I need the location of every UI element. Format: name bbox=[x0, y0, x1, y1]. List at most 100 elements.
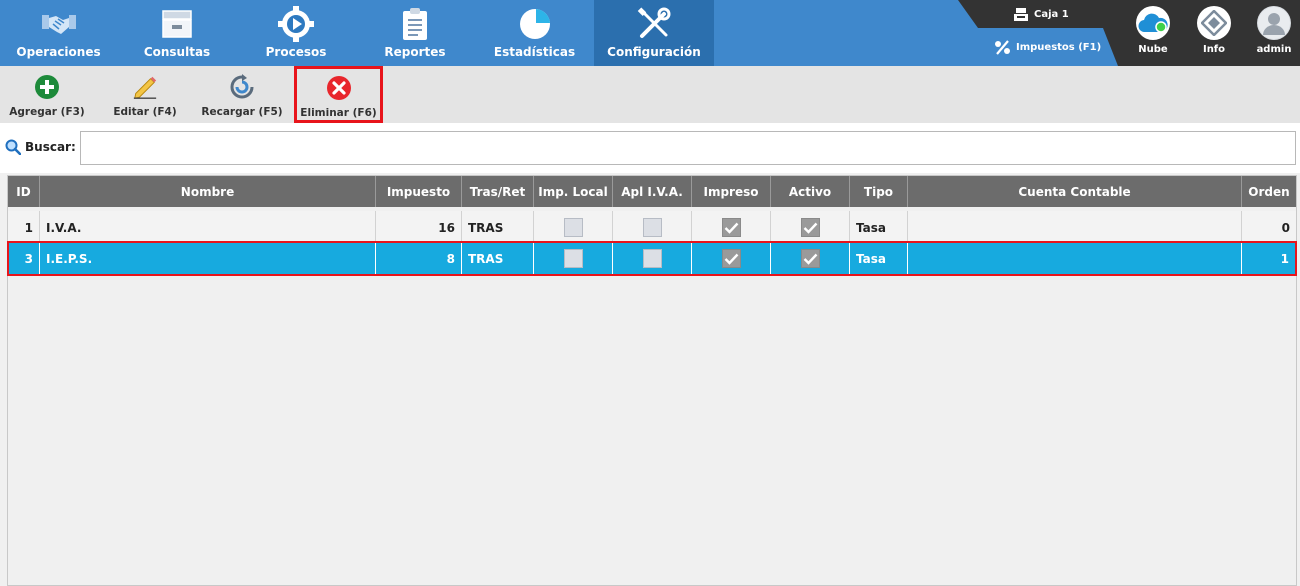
checkmark-icon bbox=[724, 222, 738, 234]
nav-procesos[interactable]: Procesos bbox=[237, 0, 355, 66]
nube-button[interactable]: Nube bbox=[1128, 6, 1178, 64]
nav-label: Procesos bbox=[265, 45, 327, 59]
gear-icon bbox=[277, 6, 315, 42]
table-header: ID Nombre Impuesto Tras/Ret Imp. Local A… bbox=[8, 176, 1296, 207]
handshake-icon bbox=[40, 6, 78, 42]
recargar-label: Recargar (F5) bbox=[201, 106, 283, 118]
cell-apl-iva bbox=[613, 242, 692, 275]
cell-apl-iva bbox=[613, 211, 692, 244]
cell-cuenta-contable bbox=[908, 211, 1242, 244]
nav-consultas[interactable]: Consultas bbox=[117, 0, 237, 66]
info-button[interactable]: Info bbox=[1189, 6, 1239, 64]
impreso-checkbox[interactable] bbox=[721, 249, 741, 268]
column-header-nombre[interactable]: Nombre bbox=[40, 176, 376, 207]
checkmark-icon bbox=[724, 253, 738, 265]
cell-imp-local bbox=[534, 211, 613, 244]
column-header-cuenta-contable[interactable]: Cuenta Contable bbox=[908, 176, 1242, 207]
info-label: Info bbox=[1202, 44, 1226, 55]
nav-reportes[interactable]: Reportes bbox=[355, 0, 475, 66]
cell-id: 1 bbox=[8, 211, 40, 244]
column-header-id[interactable]: ID bbox=[8, 176, 40, 207]
eliminar-button[interactable]: Eliminar (F6) bbox=[294, 66, 383, 123]
checkmark-icon bbox=[803, 222, 817, 234]
imp-local-checkbox[interactable] bbox=[563, 218, 583, 237]
activo-checkbox[interactable] bbox=[800, 249, 820, 268]
nav-configuracion[interactable]: Configuración bbox=[594, 0, 714, 66]
column-header-impreso[interactable]: Impreso bbox=[692, 176, 771, 207]
impreso-checkbox[interactable] bbox=[721, 218, 741, 237]
plus-circle-icon bbox=[34, 74, 60, 100]
admin-label: admin bbox=[1256, 44, 1292, 55]
cell-orden: 0 bbox=[1281, 220, 1290, 235]
column-header-activo[interactable]: Activo bbox=[771, 176, 850, 207]
activo-checkbox[interactable] bbox=[800, 218, 820, 237]
nav-label: Estadísticas bbox=[493, 45, 576, 59]
column-header-orden[interactable]: Orden bbox=[1242, 176, 1296, 207]
taxes-table: ID Nombre Impuesto Tras/Ret Imp. Local A… bbox=[7, 175, 1297, 586]
search-bar: Buscar: bbox=[0, 123, 1300, 173]
cell-impuesto: 16 bbox=[376, 211, 462, 244]
apl-iva-checkbox[interactable] bbox=[642, 218, 662, 237]
cell-impreso bbox=[692, 211, 771, 244]
editar-label: Editar (F4) bbox=[113, 106, 177, 118]
percent-icon bbox=[995, 40, 1010, 55]
apl-iva-checkbox[interactable] bbox=[642, 249, 662, 268]
cell-nombre: I.E.P.S. bbox=[40, 242, 376, 275]
search-label-text: Buscar: bbox=[25, 140, 76, 154]
cell-impreso bbox=[692, 242, 771, 275]
cell-activo bbox=[771, 242, 850, 275]
archive-icon bbox=[158, 6, 196, 42]
delete-x-icon bbox=[326, 75, 352, 101]
column-header-tras-ret[interactable]: Tras/Ret bbox=[462, 176, 534, 207]
cloud-icon bbox=[1136, 6, 1170, 40]
recargar-button[interactable]: Recargar (F5) bbox=[199, 68, 285, 121]
nube-label: Nube bbox=[1138, 44, 1168, 55]
column-header-apl-iva[interactable]: Apl I.V.A. bbox=[613, 176, 692, 207]
table-row-selected[interactable]: 3 I.E.P.S. 8 TRAS Tasa 1 bbox=[7, 241, 1297, 276]
search-label: Buscar: bbox=[5, 139, 76, 155]
cell-impuesto: 8 bbox=[376, 242, 462, 275]
admin-button[interactable]: admin bbox=[1249, 6, 1299, 64]
user-avatar-icon bbox=[1257, 6, 1291, 40]
reload-icon bbox=[229, 74, 255, 100]
status-caja: Caja 1 bbox=[1014, 8, 1069, 21]
nav-estadisticas[interactable]: Estadísticas bbox=[475, 0, 594, 66]
column-header-tipo[interactable]: Tipo bbox=[850, 176, 908, 207]
cell-tras-ret: TRAS bbox=[462, 211, 534, 244]
cell-tipo: Tasa bbox=[850, 211, 908, 244]
agregar-label: Agregar (F3) bbox=[9, 106, 85, 118]
column-header-imp-local[interactable]: Imp. Local bbox=[534, 176, 613, 207]
table-row[interactable]: 1 I.V.A. 16 TRAS Tasa 0 bbox=[8, 211, 1296, 244]
cell-imp-local bbox=[534, 242, 613, 275]
cell-cuenta-contable bbox=[908, 242, 1242, 275]
checkmark-icon bbox=[803, 253, 817, 265]
wrench-screwdriver-icon bbox=[635, 6, 673, 42]
top-navigation: Operaciones Consultas Procesos Reportes … bbox=[0, 0, 1300, 66]
editar-button[interactable]: Editar (F4) bbox=[103, 68, 187, 121]
cell-activo bbox=[771, 211, 850, 244]
impuestos-label: Impuestos (F1) bbox=[1016, 42, 1102, 53]
app-window: Operaciones Consultas Procesos Reportes … bbox=[0, 0, 1300, 586]
pie-chart-icon bbox=[516, 6, 554, 42]
search-input[interactable] bbox=[80, 131, 1296, 165]
caja-label: Caja 1 bbox=[1034, 9, 1069, 20]
cell-orden: 1 bbox=[1242, 242, 1296, 275]
imp-local-checkbox[interactable] bbox=[563, 249, 583, 268]
agregar-button[interactable]: Agregar (F3) bbox=[6, 68, 88, 121]
search-icon bbox=[5, 139, 21, 155]
eliminar-label: Eliminar (F6) bbox=[300, 107, 377, 119]
nav-label: Reportes bbox=[384, 45, 446, 59]
info-diamond-icon bbox=[1197, 6, 1231, 40]
cell-id: 3 bbox=[8, 242, 40, 275]
nav-label: Consultas bbox=[143, 45, 211, 59]
cell-tras-ret: TRAS bbox=[462, 242, 534, 275]
toolbar: Agregar (F3) Editar (F4) Recargar (F5) E… bbox=[0, 66, 1300, 123]
pencil-icon bbox=[132, 74, 158, 100]
nav-operaciones[interactable]: Operaciones bbox=[0, 0, 117, 66]
nav-label: Configuración bbox=[607, 45, 701, 59]
cell-nombre: I.V.A. bbox=[40, 211, 376, 244]
nav-label: Operaciones bbox=[16, 45, 101, 59]
column-header-impuesto[interactable]: Impuesto bbox=[376, 176, 462, 207]
status-impuestos[interactable]: Impuestos (F1) bbox=[994, 40, 1101, 55]
cell-tipo: Tasa bbox=[850, 242, 908, 275]
